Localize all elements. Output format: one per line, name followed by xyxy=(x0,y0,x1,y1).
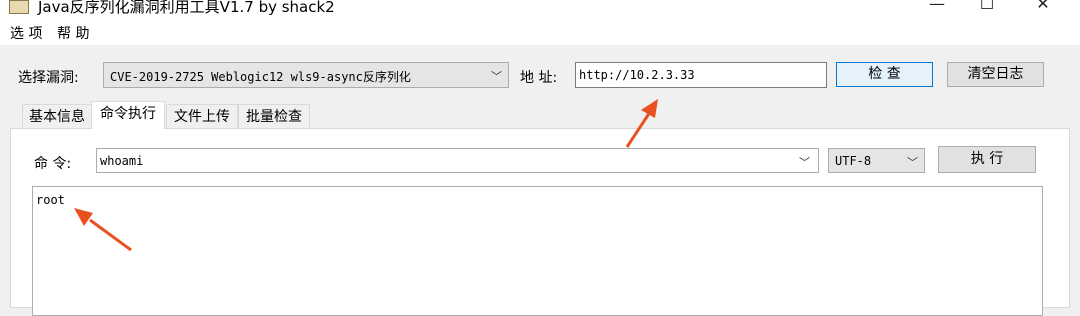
chevron-down-icon: ﹀ xyxy=(491,70,502,83)
chevron-down-icon: ﹀ xyxy=(799,156,810,169)
command-input[interactable]: whoami ﹀ xyxy=(96,148,819,173)
minimize-icon[interactable]: — xyxy=(922,0,952,15)
vuln-select[interactable]: CVE-2019-2725 Weblogic12 wls9-async反序列化 … xyxy=(103,62,509,88)
app-icon xyxy=(9,0,29,14)
maximize-icon[interactable]: ☐ xyxy=(972,0,1002,15)
command-input-value: whoami xyxy=(100,154,144,168)
command-label: 命 令: xyxy=(34,156,72,172)
window-title: Java反序列化漏洞利用工具V1.7 by shack2 xyxy=(38,0,335,16)
menu-bar xyxy=(0,17,1080,45)
address-input[interactable]: http://10.2.3.33 xyxy=(575,62,827,88)
check-button[interactable]: 检 查 xyxy=(836,62,933,87)
menu-help[interactable]: 帮 助 xyxy=(57,23,89,43)
address-input-value: http://10.2.3.33 xyxy=(579,68,695,82)
tab-batch-check[interactable]: 批量检查 xyxy=(238,104,310,128)
tab-basic-info[interactable]: 基本信息 xyxy=(22,104,92,128)
menu-options[interactable]: 选 项 xyxy=(10,23,42,43)
clear-log-button[interactable]: 清空日志 xyxy=(947,62,1044,87)
vuln-label: 选择漏洞: xyxy=(18,70,79,86)
encoding-select-value: UTF-8 xyxy=(835,154,872,168)
encoding-select[interactable]: UTF-8 ﹀ xyxy=(828,148,925,173)
address-label: 地 址: xyxy=(520,70,558,86)
output-text: root xyxy=(36,193,65,207)
chevron-down-icon: ﹀ xyxy=(907,156,918,169)
vuln-select-value: CVE-2019-2725 Weblogic12 wls9-async反序列化 xyxy=(110,70,411,84)
tab-file-upload[interactable]: 文件上传 xyxy=(166,104,238,128)
output-textarea[interactable]: root xyxy=(32,186,1043,316)
close-icon[interactable]: ✕ xyxy=(1028,0,1058,15)
execute-button[interactable]: 执 行 xyxy=(938,146,1036,173)
tab-command-exec[interactable]: 命令执行 xyxy=(91,101,165,129)
